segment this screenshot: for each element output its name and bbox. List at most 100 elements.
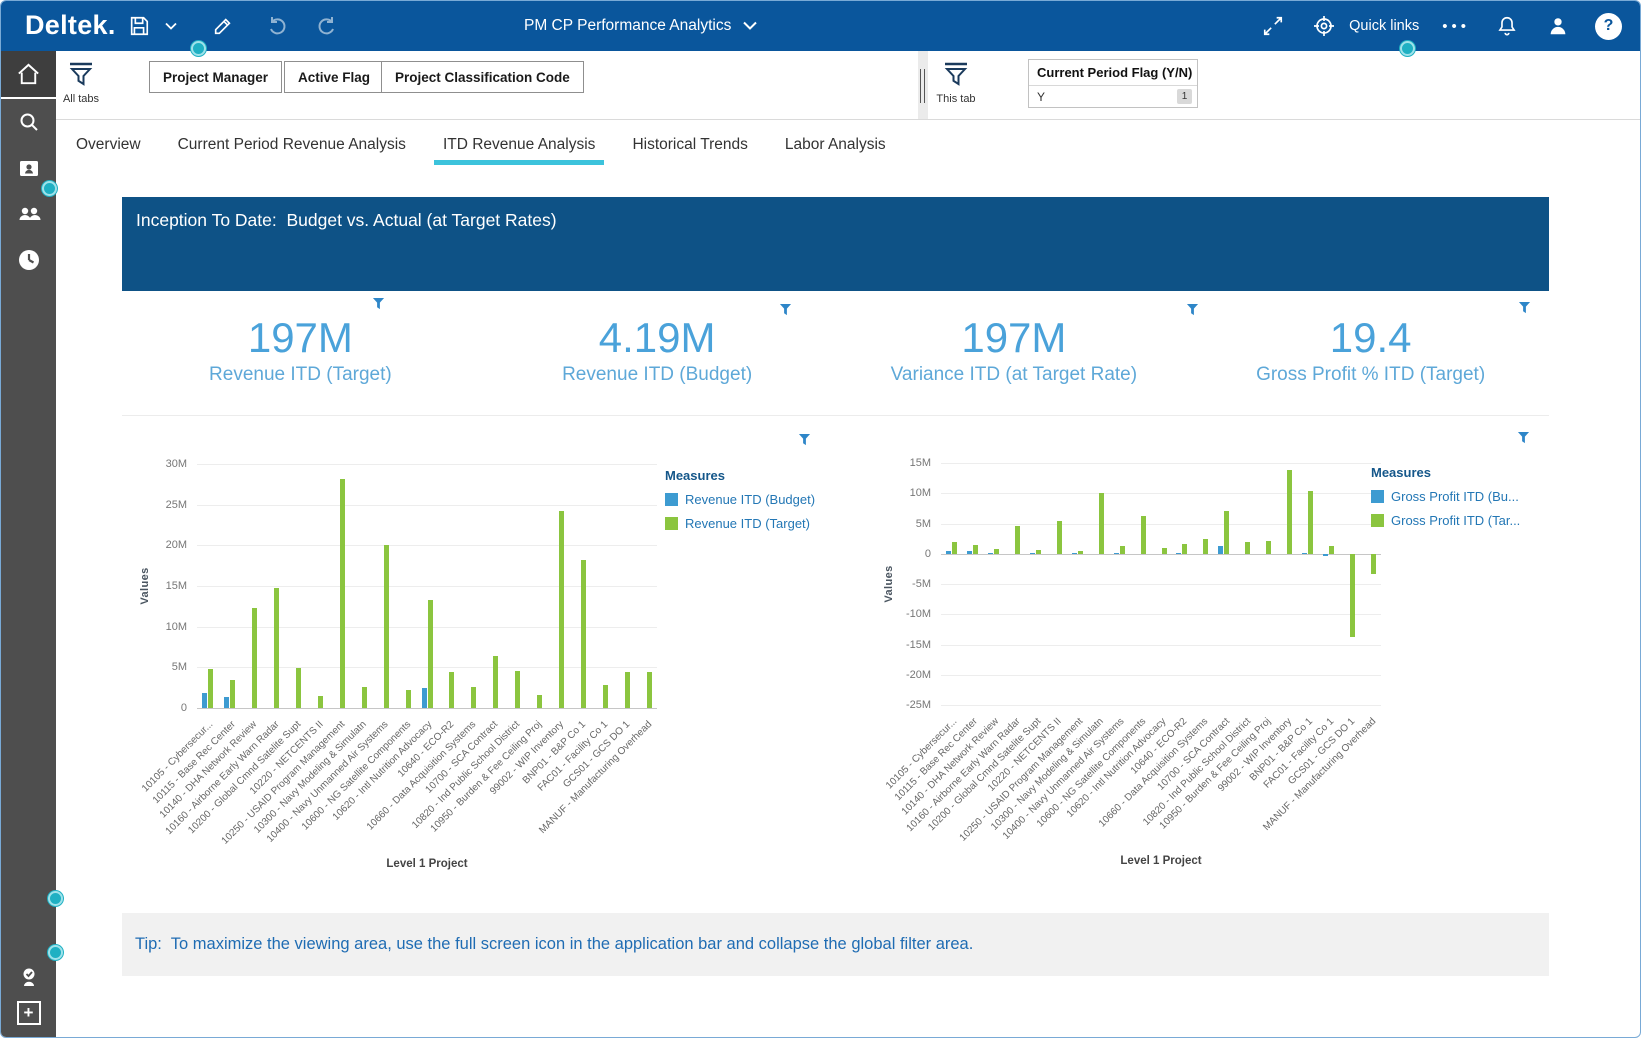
tab-historical-trends[interactable]: Historical Trends bbox=[632, 120, 747, 169]
legend-item[interactable]: Revenue ITD (Budget) bbox=[665, 492, 825, 507]
bar[interactable] bbox=[274, 587, 280, 708]
bar[interactable] bbox=[1371, 553, 1377, 575]
all-tabs-filter[interactable]: All tabs bbox=[51, 61, 111, 105]
user-profile-icon[interactable] bbox=[1544, 12, 1572, 40]
bar[interactable] bbox=[405, 690, 411, 708]
chart-filter-funnel-icon[interactable] bbox=[1517, 431, 1530, 450]
kpi-filter-funnel-icon[interactable] bbox=[779, 303, 792, 322]
bar[interactable] bbox=[1071, 552, 1077, 554]
save-chevron-down-icon[interactable] bbox=[163, 12, 179, 40]
bar[interactable] bbox=[1218, 545, 1224, 554]
sidebar-clock-icon[interactable] bbox=[1, 237, 56, 283]
bar[interactable] bbox=[1245, 541, 1251, 554]
kpi-filter-funnel-icon[interactable] bbox=[1186, 303, 1199, 322]
bar[interactable] bbox=[624, 672, 630, 708]
bar[interactable] bbox=[580, 559, 586, 708]
sidebar-add-icon[interactable]: + bbox=[16, 1001, 41, 1025]
bar[interactable] bbox=[515, 670, 521, 708]
bar[interactable] bbox=[558, 511, 564, 708]
more-options-icon[interactable]: ••• bbox=[1442, 18, 1470, 35]
bar[interactable] bbox=[1329, 546, 1335, 554]
bar[interactable] bbox=[493, 655, 499, 708]
edit-pencil-icon[interactable] bbox=[209, 12, 237, 40]
notifications-bell-icon[interactable] bbox=[1493, 12, 1521, 40]
kpi-gross-profit-pct[interactable]: 19.4 Gross Profit % ITD (Target) bbox=[1192, 291, 1549, 415]
title-chevron-down-icon[interactable] bbox=[743, 17, 758, 35]
bar[interactable] bbox=[1035, 550, 1041, 554]
tab-current-period-revenue-analysis[interactable]: Current Period Revenue Analysis bbox=[178, 120, 406, 169]
bar[interactable] bbox=[537, 694, 543, 708]
bar[interactable] bbox=[1056, 521, 1062, 554]
quick-links-label[interactable]: Quick links bbox=[1349, 18, 1419, 34]
tab-overview[interactable]: Overview bbox=[76, 120, 141, 169]
legend-item[interactable]: Revenue ITD (Target) bbox=[665, 516, 825, 531]
help-icon[interactable]: ? bbox=[1595, 12, 1622, 40]
sidebar-search-icon[interactable] bbox=[1, 99, 56, 145]
kpi-variance-itd[interactable]: 197M Variance ITD (at Target Rate) bbox=[836, 291, 1193, 415]
hotspot-marker[interactable] bbox=[48, 945, 63, 960]
tab-itd-revenue-analysis[interactable]: ITD Revenue Analysis bbox=[433, 120, 604, 169]
bar[interactable] bbox=[252, 607, 258, 708]
bar[interactable] bbox=[383, 544, 389, 708]
hotspot-marker[interactable] bbox=[42, 181, 57, 196]
bar[interactable] bbox=[1176, 553, 1182, 555]
current-period-flag-filter-chip[interactable]: Current Period Flag (Y/N) Y 1 bbox=[1028, 59, 1198, 108]
bar[interactable] bbox=[1161, 547, 1167, 554]
bar[interactable] bbox=[966, 551, 972, 554]
bar[interactable] bbox=[993, 548, 999, 554]
bar[interactable] bbox=[449, 672, 455, 708]
bar[interactable] bbox=[1203, 539, 1209, 554]
fullscreen-expand-icon[interactable] bbox=[1259, 12, 1287, 40]
bar[interactable] bbox=[224, 697, 230, 708]
hotspot-marker[interactable] bbox=[191, 41, 206, 56]
bar[interactable] bbox=[1182, 544, 1188, 554]
kpi-filter-funnel-icon[interactable] bbox=[372, 297, 385, 316]
bar[interactable] bbox=[1287, 470, 1293, 554]
filter-project-manager-button[interactable]: Project Manager bbox=[149, 61, 283, 93]
sidebar-contacts-icon[interactable] bbox=[1, 191, 56, 237]
hotspot-marker[interactable] bbox=[48, 891, 63, 906]
hotspot-marker[interactable] bbox=[1400, 41, 1415, 56]
bar[interactable] bbox=[987, 553, 993, 555]
bar[interactable] bbox=[1302, 553, 1308, 555]
save-icon[interactable] bbox=[125, 12, 153, 40]
bar[interactable] bbox=[1266, 541, 1272, 554]
bar[interactable] bbox=[1029, 553, 1035, 555]
sidebar-home-icon[interactable] bbox=[1, 51, 56, 99]
sidebar-user-check-icon[interactable] bbox=[1, 955, 56, 1001]
this-tab-filter[interactable]: This tab bbox=[926, 61, 986, 105]
kpi-revenue-itd-target[interactable]: 197M Revenue ITD (Target) bbox=[122, 291, 479, 415]
chart-filter-funnel-icon[interactable] bbox=[798, 433, 811, 452]
kpi-filter-funnel-icon[interactable] bbox=[1518, 301, 1531, 320]
tab-labor-analysis[interactable]: Labor Analysis bbox=[785, 120, 886, 169]
bar[interactable] bbox=[1323, 553, 1329, 556]
bar[interactable] bbox=[317, 695, 323, 708]
filter-active-flag-button[interactable]: Active Flag bbox=[284, 61, 385, 93]
legend-item[interactable]: Gross Profit ITD (Tar... bbox=[1371, 513, 1531, 528]
bar[interactable] bbox=[1308, 491, 1314, 554]
bar[interactable] bbox=[1224, 510, 1230, 554]
bar[interactable] bbox=[427, 599, 433, 708]
bar[interactable] bbox=[1014, 525, 1020, 554]
bar[interactable] bbox=[202, 692, 208, 708]
bar[interactable] bbox=[1140, 515, 1146, 554]
bar[interactable] bbox=[951, 541, 957, 554]
bar[interactable] bbox=[646, 672, 652, 708]
quick-links-target-icon[interactable] bbox=[1310, 12, 1338, 40]
bar[interactable] bbox=[602, 685, 608, 708]
bar[interactable] bbox=[945, 550, 951, 554]
legend-item[interactable]: Gross Profit ITD (Bu... bbox=[1371, 489, 1531, 504]
bar[interactable] bbox=[230, 680, 236, 708]
filter-classification-code-button[interactable]: Project Classification Code bbox=[381, 61, 584, 93]
bar[interactable] bbox=[421, 687, 427, 708]
bar[interactable] bbox=[339, 478, 345, 708]
bar[interactable] bbox=[1098, 492, 1104, 554]
bar[interactable] bbox=[1077, 550, 1083, 554]
bar[interactable] bbox=[1113, 553, 1119, 555]
bar[interactable] bbox=[296, 668, 302, 708]
bar[interactable] bbox=[361, 686, 367, 708]
bar[interactable] bbox=[471, 686, 477, 708]
bar[interactable] bbox=[1350, 553, 1356, 637]
bar[interactable] bbox=[208, 668, 214, 708]
bar[interactable] bbox=[1119, 546, 1125, 554]
